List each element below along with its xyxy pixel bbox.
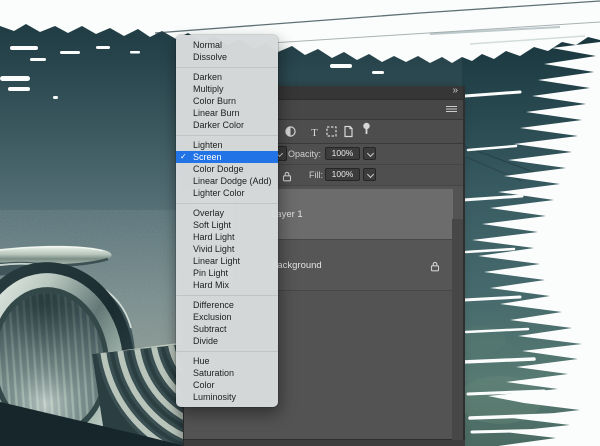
menu-item-dissolve[interactable]: Dissolve [176, 51, 278, 63]
menu-item-hard-light[interactable]: Hard Light [176, 231, 278, 243]
menu-item-label: Hard Light [193, 232, 235, 242]
menu-item-label: Lighten [193, 140, 223, 150]
menu-item-overlay[interactable]: Overlay [176, 207, 278, 219]
menu-item-label: Hue [193, 356, 210, 366]
opacity-label: Opacity: [288, 149, 322, 159]
menu-item-label: Subtract [193, 324, 227, 334]
menu-item-difference[interactable]: Difference [176, 299, 278, 311]
menu-item-label: Overlay [193, 208, 225, 218]
chevron-down-icon [366, 149, 374, 158]
menu-item-label: Dissolve [193, 52, 228, 62]
menu-item-divide[interactable]: Divide [176, 335, 278, 347]
menu-item-color[interactable]: Color [176, 379, 278, 391]
menu-separator [176, 350, 278, 352]
layer-name[interactable]: Background [271, 260, 322, 271]
menu-item-darker-color[interactable]: Darker Color [176, 119, 278, 131]
menu-item-normal[interactable]: Normal [176, 39, 278, 51]
pin-icon[interactable] [360, 122, 373, 141]
menu-item-label: Darker Color [193, 120, 245, 130]
fill-dropdown-button[interactable] [363, 168, 376, 181]
type-icon[interactable]: T [308, 125, 321, 143]
menu-item-linear-burn[interactable]: Linear Burn [176, 107, 278, 119]
panel-scrollbar-gutter[interactable] [452, 219, 463, 440]
menu-item-color-dodge[interactable]: Color Dodge [176, 163, 278, 175]
menu-item-label: Lighter Color [193, 188, 245, 198]
menu-item-label: Normal [193, 40, 223, 50]
menu-item-label: Saturation [193, 368, 235, 378]
menu-item-label: Pin Light [193, 268, 229, 278]
menu-item-luminosity[interactable]: Luminosity [176, 391, 278, 403]
menu-item-label: Color Burn [193, 96, 237, 106]
menu-separator [176, 134, 278, 136]
menu-item-hue[interactable]: Hue [176, 355, 278, 367]
collapse-to-icons-icon[interactable]: » [452, 85, 457, 96]
menu-item-label: Darken [193, 72, 223, 82]
menu-item-color-burn[interactable]: Color Burn [176, 95, 278, 107]
menu-item-label: Linear Burn [193, 108, 240, 118]
smart-object-icon[interactable] [342, 125, 355, 143]
fill-input[interactable]: 100% [325, 168, 360, 181]
panel-bottom-bar [184, 439, 465, 446]
menu-item-label: Exclusion [193, 312, 232, 322]
menu-item-label: Color Dodge [193, 164, 244, 174]
menu-item-soft-light[interactable]: Soft Light [176, 219, 278, 231]
menu-item-pin-light[interactable]: Pin Light [176, 267, 278, 279]
menu-item-label: Luminosity [193, 392, 237, 402]
svg-text:T: T [311, 127, 318, 138]
adjustment-icon[interactable] [284, 125, 297, 143]
shape-icon[interactable] [325, 125, 338, 143]
menu-item-saturation[interactable]: Saturation [176, 367, 278, 379]
lock-icon[interactable] [430, 259, 440, 277]
opacity-input[interactable]: 100% [325, 147, 360, 160]
menu-item-multiply[interactable]: Multiply [176, 83, 278, 95]
menu-item-vivid-light[interactable]: Vivid Light [176, 243, 278, 255]
menu-item-lighten[interactable]: Lighten [176, 139, 278, 151]
menu-item-label: Screen [193, 152, 222, 162]
chevron-down-icon [366, 170, 374, 179]
menu-item-darken[interactable]: Darken [176, 71, 278, 83]
blend-mode-menu: Normal Dissolve Darken Multiply Color Burn Li… [176, 35, 278, 407]
menu-item-exclusion[interactable]: Exclusion [176, 311, 278, 323]
menu-item-label: Hard Mix [193, 280, 230, 290]
menu-item-hard-mix[interactable]: Hard Mix [176, 279, 278, 291]
menu-item-linear-dodge-add[interactable]: Linear Dodge (Add) [176, 175, 278, 187]
menu-item-screen[interactable]: ✓ Screen [176, 151, 278, 163]
menu-item-label: Vivid Light [193, 244, 235, 254]
menu-item-label: Multiply [193, 84, 224, 94]
checkmark-icon: ✓ [180, 152, 187, 161]
menu-item-linear-light[interactable]: Linear Light [176, 255, 278, 267]
menu-item-label: Linear Dodge (Add) [193, 176, 272, 186]
menu-separator [176, 294, 278, 296]
menu-item-label: Soft Light [193, 220, 232, 230]
menu-separator [176, 66, 278, 68]
opacity-dropdown-button[interactable] [363, 147, 376, 160]
menu-item-label: Color [193, 380, 215, 390]
panel-menu-icon[interactable] [446, 106, 457, 114]
menu-item-label: Linear Light [193, 256, 241, 266]
menu-item-lighter-color[interactable]: Lighter Color [176, 187, 278, 199]
menu-item-label: Divide [193, 336, 219, 346]
menu-item-subtract[interactable]: Subtract [176, 323, 278, 335]
photoshop-canvas: » T Screen [0, 0, 600, 446]
menu-item-label: Difference [193, 300, 234, 310]
menu-separator [176, 202, 278, 204]
panel-right-edge [463, 86, 465, 446]
fill-label: Fill: [309, 170, 323, 180]
